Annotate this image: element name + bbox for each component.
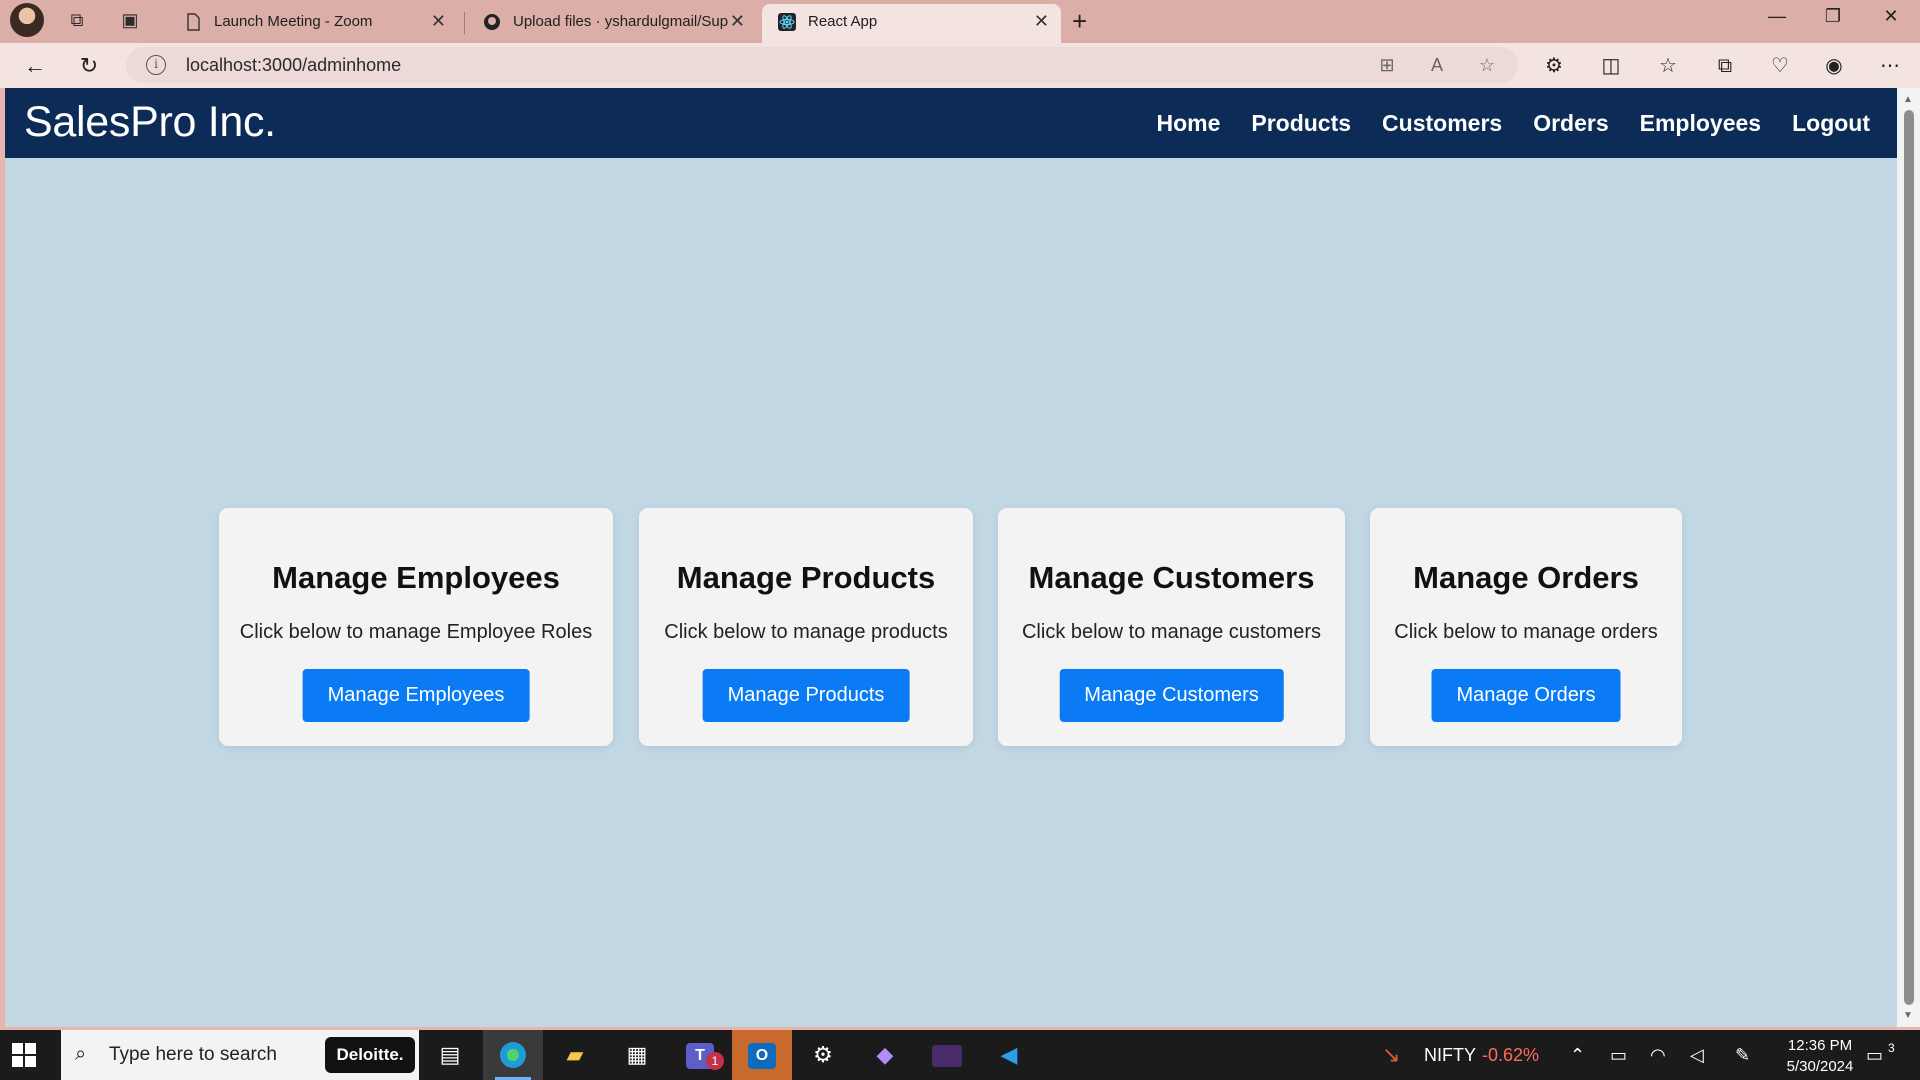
manage-orders-button[interactable]: Manage Orders xyxy=(1431,669,1621,722)
nav-employees[interactable]: Employees xyxy=(1640,110,1761,137)
terminal-icon[interactable] xyxy=(917,1030,977,1080)
card-title: Manage Customers xyxy=(1028,560,1315,595)
profile-avatar[interactable] xyxy=(10,3,44,37)
nav-home[interactable]: Home xyxy=(1156,110,1220,137)
search-icon: ⌕ xyxy=(75,1043,87,1065)
teams-icon[interactable]: T 1 xyxy=(670,1030,730,1080)
copilot-icon[interactable]: ◉ xyxy=(1820,52,1848,80)
nav-logout[interactable]: Logout xyxy=(1792,110,1870,137)
nav-links: Home Products Customers Orders Employees… xyxy=(1156,110,1870,137)
address-bar[interactable]: i localhost:3000/adminhome ⊞ A ☆ xyxy=(126,47,1518,83)
close-icon[interactable]: ✕ xyxy=(730,11,745,32)
favorites-icon[interactable]: ☆ xyxy=(1654,52,1682,80)
url-text[interactable]: localhost:3000/adminhome xyxy=(186,55,401,76)
app-navbar: SalesPro Inc. Home Products Customers Or… xyxy=(5,88,1897,158)
tab-divider xyxy=(464,12,465,34)
nav-customers[interactable]: Customers xyxy=(1382,110,1502,137)
card-description: Click below to manage orders xyxy=(1394,621,1658,643)
window-close-icon[interactable]: ✕ xyxy=(1871,6,1911,27)
new-tab-button[interactable]: + xyxy=(1072,6,1087,37)
card-manage-products: Manage Products Click below to manage pr… xyxy=(639,508,973,746)
document-icon xyxy=(187,13,200,31)
scrollbar-thumb[interactable] xyxy=(1904,110,1914,1005)
card-description: Click below to manage Employee Roles xyxy=(239,621,593,643)
stock-change[interactable]: -0.62% xyxy=(1482,1030,1539,1080)
notification-icon[interactable]: ▭ xyxy=(1866,1030,1883,1080)
show-hidden-icons[interactable]: ⌃ xyxy=(1570,1030,1585,1080)
favorite-star-icon[interactable]: ☆ xyxy=(1476,55,1498,77)
restore-icon[interactable]: ❐ xyxy=(1813,6,1853,27)
page-viewport: SalesPro Inc. Home Products Customers Or… xyxy=(5,88,1897,1027)
clock-time: 12:36 PM xyxy=(1787,1037,1853,1054)
volume-icon[interactable]: ◁ xyxy=(1690,1030,1704,1080)
tab-zoom[interactable]: Launch Meeting - Zoom ✕ xyxy=(168,4,458,43)
edge-browser-icon[interactable] xyxy=(483,1030,543,1080)
manage-customers-button[interactable]: Manage Customers xyxy=(1059,669,1284,722)
card-title: Manage Employees xyxy=(272,560,560,595)
deloitte-logo[interactable]: Deloitte. xyxy=(325,1037,415,1073)
card-manage-customers: Manage Customers Click below to manage c… xyxy=(998,508,1345,746)
card-manage-employees: Manage Employees Click below to manage E… xyxy=(219,508,613,746)
taskbar-search[interactable]: ⌕ Type here to search Deloitte. xyxy=(61,1030,419,1080)
notification-count: 3 xyxy=(1888,1041,1895,1055)
brand-logo[interactable]: SalesPro Inc. xyxy=(24,98,276,147)
more-menu-icon[interactable]: ⋯ xyxy=(1876,52,1904,80)
card-description: Click below to manage customers xyxy=(1021,621,1321,643)
pen-icon[interactable]: ✎ xyxy=(1735,1030,1750,1080)
tab-title: React App xyxy=(808,13,878,30)
react-icon xyxy=(778,13,796,31)
tab-actions-icon[interactable]: ▣ xyxy=(116,7,144,33)
collections-icon[interactable]: ⧉ xyxy=(1711,52,1739,80)
site-info-icon[interactable]: i xyxy=(146,55,166,75)
close-icon[interactable]: ✕ xyxy=(1034,11,1049,32)
extensions-icon[interactable]: ⚙ xyxy=(1540,52,1568,80)
scroll-down-icon[interactable]: ▼ xyxy=(1903,1010,1913,1021)
page-scrollbar[interactable]: ▲ ▼ xyxy=(1897,88,1920,1027)
manage-employees-button[interactable]: Manage Employees xyxy=(302,669,530,722)
tab-react-app[interactable]: React App ✕ xyxy=(762,4,1061,43)
tab-title: Launch Meeting - Zoom xyxy=(214,13,373,30)
browser-essentials-icon[interactable]: ♡ xyxy=(1766,52,1794,80)
microsoft-store-icon[interactable]: ▦ xyxy=(607,1030,667,1080)
card-manage-orders: Manage Orders Click below to manage orde… xyxy=(1370,508,1682,746)
browser-tab-strip: ⧉ ▣ Launch Meeting - Zoom ✕ Upload files… xyxy=(0,0,1920,43)
app-available-icon[interactable]: ⊞ xyxy=(1376,55,1398,77)
outlook-icon[interactable]: O xyxy=(732,1030,792,1080)
task-view-icon[interactable]: ▤ xyxy=(420,1030,480,1080)
windows-taskbar: ⌕ Type here to search Deloitte. ▤ ▰ ▦ T … xyxy=(0,1030,1920,1080)
stock-chart-icon[interactable]: ↘ xyxy=(1382,1030,1400,1080)
tab-title: Upload files · yshardulgmail/Sup xyxy=(513,13,729,30)
stock-name[interactable]: NIFTY xyxy=(1424,1030,1476,1080)
wifi-icon[interactable]: ◠ xyxy=(1650,1030,1666,1080)
read-aloud-icon[interactable]: A xyxy=(1426,55,1448,77)
workspaces-icon[interactable]: ⧉ xyxy=(63,7,91,33)
settings-gear-icon[interactable]: ⚙ xyxy=(793,1030,853,1080)
close-icon[interactable]: ✕ xyxy=(431,11,446,32)
battery-icon[interactable]: ▭ xyxy=(1610,1030,1627,1080)
teams-badge: 1 xyxy=(706,1052,724,1070)
system-clock[interactable]: 12:36 PM 5/30/2024 xyxy=(1772,1035,1868,1077)
card-title: Manage Products xyxy=(676,560,936,595)
github-icon xyxy=(484,14,500,30)
split-screen-icon[interactable]: ◫ xyxy=(1597,52,1625,80)
visual-studio-icon[interactable]: ◆ xyxy=(855,1030,915,1080)
scroll-up-icon[interactable]: ▲ xyxy=(1903,94,1913,105)
nav-orders[interactable]: Orders xyxy=(1533,110,1608,137)
card-description: Click below to manage products xyxy=(664,621,948,643)
tab-github[interactable]: Upload files · yshardulgmail/Sup ✕ xyxy=(467,4,757,43)
file-explorer-icon[interactable]: ▰ xyxy=(545,1030,605,1080)
windows-start-icon[interactable] xyxy=(12,1043,36,1067)
manage-products-button[interactable]: Manage Products xyxy=(702,669,910,722)
card-title: Manage Orders xyxy=(1413,560,1639,595)
search-placeholder[interactable]: Type here to search xyxy=(109,1044,277,1066)
vscode-icon[interactable]: ◀ xyxy=(979,1030,1039,1080)
back-icon[interactable]: ← xyxy=(20,51,50,81)
nav-products[interactable]: Products xyxy=(1251,110,1351,137)
minimize-icon[interactable]: — xyxy=(1757,6,1797,27)
clock-date: 5/30/2024 xyxy=(1786,1058,1854,1075)
browser-toolbar: ← ↻ i localhost:3000/adminhome ⊞ A ☆ ⚙ ◫… xyxy=(0,43,1920,88)
refresh-icon[interactable]: ↻ xyxy=(74,51,104,81)
